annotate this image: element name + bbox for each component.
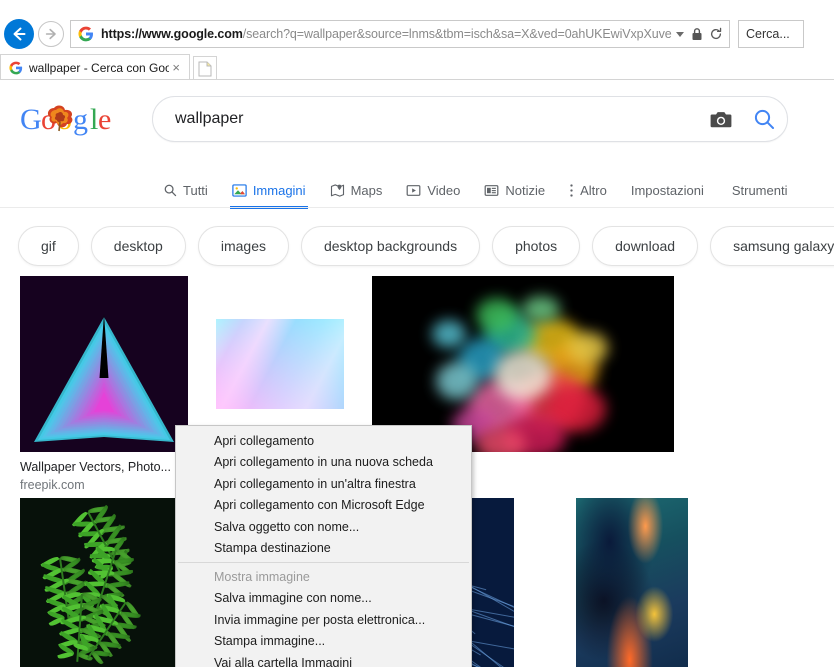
image-thumbnail[interactable]: [20, 498, 188, 667]
tab-strip: wallpaper - Cerca con Goo... ×: [0, 52, 834, 80]
related-search-chips: gif desktop images desktop backgrounds p…: [0, 222, 834, 270]
image-result-4: Galaxy Wallpapers · P... pexels.com: [20, 498, 188, 667]
search-type-nav: Tutti Immagini Maps Video Notizie Altro …: [0, 172, 834, 209]
context-menu: Apri collegamento Apri collegamento in un…: [175, 425, 472, 667]
video-icon: [406, 183, 421, 198]
chip-samsung-galaxy[interactable]: samsung galaxy: [710, 226, 834, 266]
fern-wallpaper-art: [20, 498, 188, 667]
chevron-down-icon[interactable]: [676, 31, 684, 37]
triangles-wallpaper-art: [20, 276, 188, 452]
lock-icon[interactable]: [691, 27, 703, 41]
google-favicon-icon: [78, 26, 93, 42]
context-menu-item[interactable]: Invia immagine per posta elettronica...: [176, 609, 471, 631]
nav-tab-label: Tutti: [183, 182, 208, 198]
chip-download[interactable]: download: [592, 226, 699, 266]
google-logo-doodle-icon: G o o g l e: [20, 103, 111, 136]
browser-search-box[interactable]: Cerca...: [738, 20, 804, 48]
new-tab-icon: [198, 61, 212, 76]
svg-text:g: g: [73, 103, 88, 136]
nav-tab-video[interactable]: Video: [406, 172, 460, 208]
close-icon[interactable]: ×: [169, 60, 183, 75]
search-by-image-button[interactable]: [701, 110, 741, 129]
google-images-page: G o o g l e: [0, 84, 834, 667]
search-icon: [754, 109, 774, 129]
nav-tab-label: Maps: [350, 182, 383, 198]
nav-tab-label: Notizie: [505, 182, 546, 198]
camera-icon: [710, 111, 732, 127]
context-menu-item[interactable]: Apri collegamento: [176, 430, 471, 452]
nav-tab-altro[interactable]: Altro: [569, 172, 607, 208]
result-source: freepik.com: [20, 478, 85, 492]
forward-arrow-icon: [45, 28, 56, 40]
google-header: G o o g l e: [0, 84, 834, 180]
image-thumbnail[interactable]: [548, 498, 716, 667]
teal-nebula-wallpaper-art: [576, 498, 688, 667]
nav-tab-label: Altro: [580, 182, 607, 198]
context-menu-item[interactable]: Stampa destinazione: [176, 538, 471, 560]
url-host: https://www.google.com: [101, 27, 243, 41]
nav-tab-label: Immagini: [252, 182, 306, 198]
nav-tab-tutti[interactable]: Tutti: [163, 172, 208, 208]
result-title[interactable]: Wallpaper Vectors, Photo...: [20, 460, 188, 474]
svg-text:G: G: [20, 103, 42, 136]
search-box[interactable]: [152, 96, 788, 142]
nav-tab-maps[interactable]: Maps: [330, 172, 383, 208]
map-icon: [330, 183, 345, 198]
browser-chrome: https://www.google.com/search?q=wallpape…: [0, 0, 834, 84]
nav-divider: [0, 207, 834, 208]
search-icon: [163, 183, 177, 197]
address-bar[interactable]: https://www.google.com/search?q=wallpape…: [70, 20, 730, 48]
chip-desktop[interactable]: desktop: [90, 226, 186, 266]
nav-tab-notizie[interactable]: Notizie: [484, 172, 545, 208]
tab-title: wallpaper - Cerca con Goo...: [29, 60, 170, 75]
context-menu-item[interactable]: Stampa immagine...: [176, 631, 471, 653]
context-menu-item[interactable]: Apri collegamento con Microsoft Edge: [176, 495, 471, 517]
context-menu-separator: [178, 562, 469, 563]
google-favicon-icon: [9, 61, 23, 74]
image-thumbnail[interactable]: [20, 276, 188, 452]
context-menu-item[interactable]: Salva immagine con nome...: [176, 588, 471, 610]
chip-gif[interactable]: gif: [18, 226, 79, 266]
tab-google-wallpaper[interactable]: wallpaper - Cerca con Goo... ×: [0, 54, 190, 80]
address-bar-text: https://www.google.com/search?q=wallpape…: [101, 27, 672, 41]
google-logo[interactable]: G o o g l e: [20, 102, 116, 138]
settings-button[interactable]: Impostazioni: [631, 172, 704, 208]
tools-label: Strumenti: [731, 182, 788, 198]
back-button[interactable]: [4, 19, 34, 49]
context-menu-item[interactable]: Apri collegamento in un'altra finestra: [176, 473, 471, 495]
chip-photos[interactable]: photos: [492, 226, 581, 266]
image-result-1: Wallpaper Vectors, Photo... freepik.com: [20, 276, 188, 492]
chip-desktop-backgrounds[interactable]: desktop backgrounds: [300, 226, 481, 266]
browser-search-placeholder: Cerca...: [746, 27, 790, 41]
context-menu-item[interactable]: Apri collegamento in una nuova scheda: [176, 452, 471, 474]
nav-tab-label: Video: [427, 182, 461, 198]
back-arrow-icon: [13, 27, 26, 41]
more-vertical-icon: [569, 183, 574, 198]
settings-label: Impostazioni: [630, 182, 704, 198]
nav-tab-immagini[interactable]: Immagini: [229, 172, 308, 209]
context-menu-item[interactable]: Vai alla cartella Immagini: [176, 652, 471, 667]
image-result-7: [548, 498, 716, 667]
url-path: /search?q=wallpaper&source=lnms&tbm=isch…: [242, 27, 672, 41]
forward-button[interactable]: [38, 21, 64, 47]
search-submit-button[interactable]: [741, 107, 787, 131]
context-menu-item: Mostra immagine: [214, 569, 310, 584]
new-tab-button[interactable]: [193, 56, 217, 80]
news-icon: [484, 183, 499, 198]
tools-button[interactable]: Strumenti: [732, 172, 788, 208]
browser-toolbar: https://www.google.com/search?q=wallpape…: [0, 18, 834, 50]
svg-text:e: e: [98, 103, 111, 136]
image-icon: [232, 183, 247, 198]
reload-icon[interactable]: [709, 27, 723, 41]
context-menu-item[interactable]: Salva oggetto con nome...: [176, 516, 471, 538]
iridescent-wallpaper-art: [216, 319, 344, 409]
chip-images[interactable]: images: [197, 226, 289, 266]
browser-window: https://www.google.com/search?q=wallpape…: [0, 0, 834, 667]
search-input[interactable]: [153, 110, 701, 128]
